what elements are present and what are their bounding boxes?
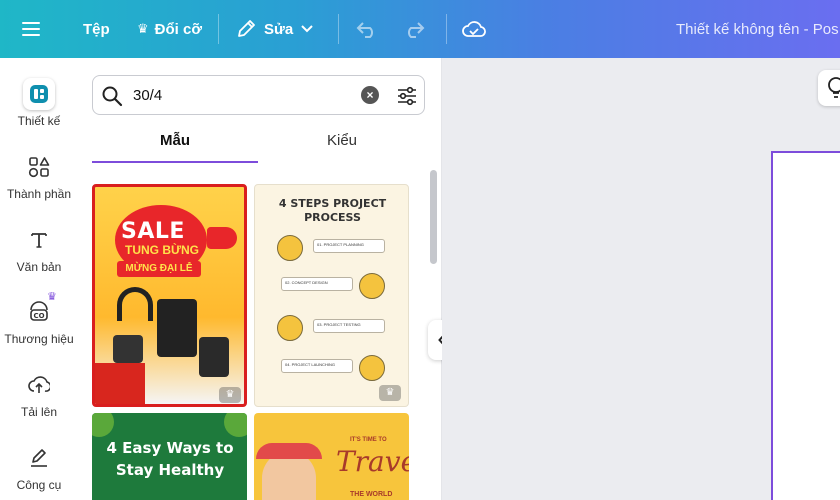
step-illustration xyxy=(359,273,385,299)
elements-icon xyxy=(23,151,55,183)
undo-button[interactable] xyxy=(356,0,378,58)
brand-icon: CO ♛ xyxy=(23,291,57,328)
rail-item-design[interactable]: Thiết kế xyxy=(0,78,78,128)
rail-item-text[interactable]: Văn bản xyxy=(0,224,78,274)
rail-label: Công cụ xyxy=(16,478,62,492)
template-card-healthy[interactable]: 4 Easy Ways to Stay Healthy xyxy=(92,413,247,500)
svg-text:CO: CO xyxy=(33,312,44,320)
search-box[interactable]: 30/4 × xyxy=(92,75,425,115)
speaker-image xyxy=(199,337,229,377)
save-status-button[interactable] xyxy=(462,0,486,58)
resize-button[interactable]: ♛ Đổi cỡ xyxy=(137,0,202,58)
rail-item-draw[interactable]: Công cụ xyxy=(0,442,78,492)
chevron-down-icon xyxy=(301,25,313,33)
lightbulb-icon xyxy=(828,77,840,98)
rail-label: Thành phần xyxy=(6,187,72,201)
rail-label: Văn bản xyxy=(16,260,62,274)
template-text: 4 STEPS PROJECT PROCESS xyxy=(278,197,387,224)
tab-templates[interactable]: Mẫu xyxy=(160,132,190,149)
redo-icon xyxy=(408,22,425,38)
design-page[interactable] xyxy=(771,151,840,500)
template-card-sale[interactable]: SALE TUNG BỪNG MỪNG ĐẠI LỄ ♛ xyxy=(92,184,247,407)
template-text: THE WORLD xyxy=(350,491,393,498)
megaphone-image xyxy=(207,227,237,249)
crown-icon: ♛ xyxy=(137,21,149,36)
top-toolbar: Tệp ♛ Đổi cỡ Sửa Thiết kế không tên - Po… xyxy=(0,0,840,58)
flag-decoration xyxy=(95,363,145,404)
search-icon xyxy=(102,86,123,107)
rail-item-brand[interactable]: CO ♛ Thương hiệu xyxy=(0,291,78,346)
leaf-decoration xyxy=(224,413,247,437)
edit-menu-button[interactable]: Sửa xyxy=(236,0,313,58)
headphones-image xyxy=(117,287,153,321)
resize-label: Đổi cỡ xyxy=(154,20,202,38)
step-illustration xyxy=(359,355,385,381)
file-menu-button[interactable]: Tệp xyxy=(83,0,110,58)
speaker-image xyxy=(113,335,143,363)
filter-icon[interactable] xyxy=(396,85,418,107)
step-label: 02. CONCEPT DESIGN xyxy=(281,277,353,291)
edit-label: Sửa xyxy=(264,20,294,38)
upload-icon xyxy=(23,369,55,401)
templates-panel: 30/4 × Mẫu Kiểu SALE TUNG BỪNG MỪNG ĐẠI … xyxy=(78,58,442,500)
premium-crown-icon: ♛ xyxy=(379,385,401,401)
rail-item-elements[interactable]: Thành phần xyxy=(0,151,78,201)
clear-search-icon[interactable]: × xyxy=(361,86,379,104)
rail-label: Thương hiệu xyxy=(4,332,74,346)
template-text: 4 Easy Ways to Stay Healthy xyxy=(106,439,234,479)
search-input[interactable]: 30/4 xyxy=(133,87,162,104)
template-text: TUNG BỪNG xyxy=(125,243,199,257)
panel-scrollbar[interactable] xyxy=(430,170,437,264)
notes-button[interactable] xyxy=(818,70,840,106)
step-illustration xyxy=(277,315,303,341)
template-text: Travel xyxy=(336,445,409,478)
toolbar-divider xyxy=(338,14,339,44)
undo-icon xyxy=(356,22,373,38)
leaf-decoration xyxy=(92,413,114,437)
left-navigation-rail: Thiết kế Thành phần Văn bản CO ♛ Thương … xyxy=(0,58,78,500)
document-title[interactable]: Thiết kế không tên - Pos xyxy=(676,0,840,58)
hamburger-icon xyxy=(22,22,40,36)
tab-styles[interactable]: Kiểu xyxy=(327,132,357,149)
step-label: 03. PROJECT TESTING xyxy=(313,319,385,333)
template-card-travel[interactable]: IT'S TIME TO Travel THE WORLD xyxy=(254,413,409,500)
cloud-check-icon xyxy=(462,21,486,37)
pencil-icon xyxy=(238,20,255,37)
rail-label: Thiết kế xyxy=(17,114,61,128)
premium-crown-icon: ♛ xyxy=(219,387,241,403)
menu-button[interactable] xyxy=(22,0,40,58)
template-card-steps[interactable]: 4 STEPS PROJECT PROCESS 01. PROJECT PLAN… xyxy=(254,184,409,407)
step-label: 04. PROJECT LAUNCHING xyxy=(281,359,353,373)
step-illustration xyxy=(277,235,303,261)
crown-icon: ♛ xyxy=(47,291,57,303)
speaker-image xyxy=(157,299,197,357)
template-text: IT'S TIME TO xyxy=(350,437,387,443)
template-text: SALE xyxy=(121,219,185,244)
template-text: MỪNG ĐẠI LỄ xyxy=(117,261,201,277)
design-icon xyxy=(23,78,55,110)
hat-image xyxy=(256,443,322,459)
redo-button[interactable] xyxy=(403,0,425,58)
toolbar-divider xyxy=(446,14,447,44)
rail-item-uploads[interactable]: Tải lên xyxy=(0,369,78,419)
draw-icon xyxy=(23,442,55,474)
step-label: 01. PROJECT PLANNING xyxy=(313,239,385,253)
toolbar-divider xyxy=(218,14,219,44)
rail-label: Tải lên xyxy=(20,405,58,419)
active-tab-indicator xyxy=(92,161,258,163)
text-icon xyxy=(23,224,55,256)
